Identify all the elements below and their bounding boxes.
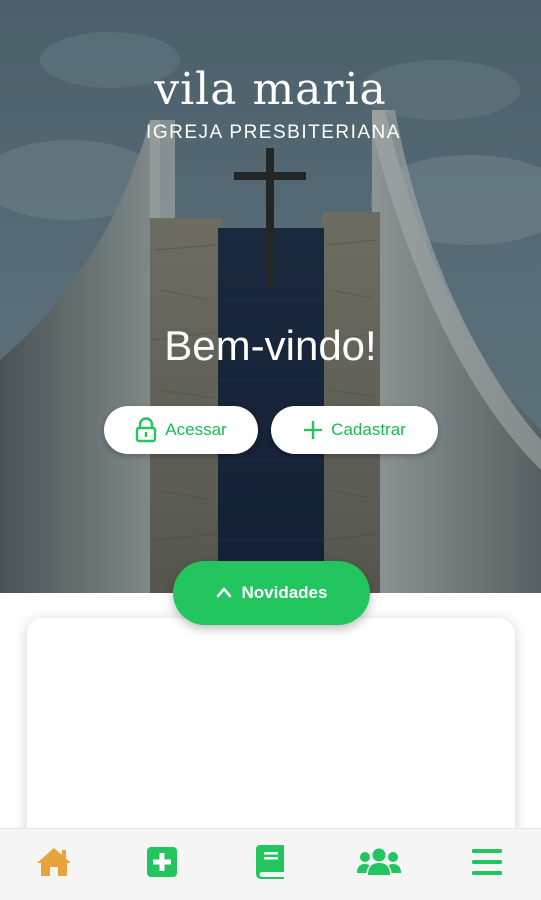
nav-home[interactable] xyxy=(24,835,84,895)
plus-icon xyxy=(303,420,323,440)
home-icon xyxy=(35,846,73,883)
brand-title: vila maria xyxy=(154,64,387,115)
lock-icon xyxy=(135,417,157,443)
welcome-heading: Bem-vindo! xyxy=(164,322,377,369)
hero-section: vila maria IGREJA PRESBITERIANA Bem-vind… xyxy=(0,0,541,593)
news-label: Novidades xyxy=(241,583,328,602)
chevron-up-icon xyxy=(216,583,232,603)
signup-label: Cadastrar xyxy=(331,420,406,439)
brand-subtitle: IGREJA PRESBITERIANA xyxy=(146,122,401,143)
menu-icon xyxy=(471,849,502,880)
book-icon xyxy=(256,845,285,884)
users-icon xyxy=(356,847,401,882)
news-toggle-button[interactable]: Novidades xyxy=(173,561,370,625)
login-button[interactable]: Acessar xyxy=(104,406,258,454)
nav-menu[interactable] xyxy=(457,835,517,895)
nav-add[interactable] xyxy=(132,835,192,895)
login-label: Acessar xyxy=(165,420,227,439)
plus-square-icon xyxy=(147,847,178,882)
nav-members[interactable] xyxy=(349,835,409,895)
bottom-navigation xyxy=(0,828,541,900)
signup-button[interactable]: Cadastrar xyxy=(271,406,438,454)
nav-bible[interactable] xyxy=(240,835,300,895)
